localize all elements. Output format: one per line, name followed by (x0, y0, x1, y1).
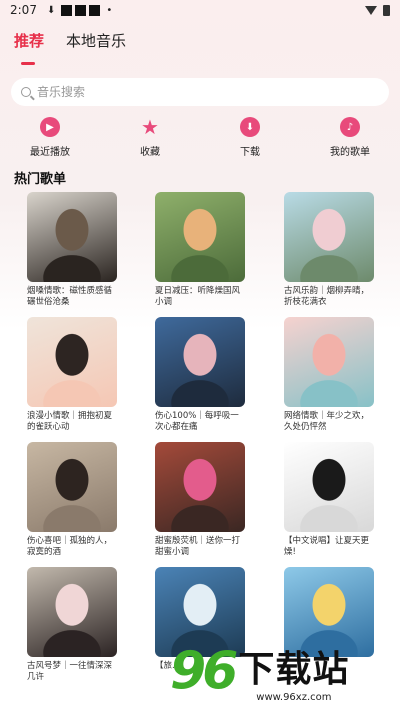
quick-label: 下载 (240, 147, 260, 158)
playlist-title: 伤心喜吧｜孤独的人，寂寞的酒 (27, 536, 113, 557)
search-input[interactable] (37, 85, 337, 99)
playlist-cover (155, 192, 245, 282)
playlist-title: 【中文说唱】让夏天更燥! (284, 536, 370, 557)
watermark-url: www.96xz.com (256, 691, 332, 703)
star-icon: ★ (141, 115, 159, 139)
playlist-card[interactable]: 【中文说唱】让夏天更燥! (284, 442, 374, 558)
tab-local-music[interactable]: 本地音乐 (66, 30, 126, 65)
notification-icon (61, 4, 73, 16)
notification-icon (75, 4, 87, 16)
playlist-card[interactable]: 古风号梦｜一往情深深几许 (27, 567, 117, 683)
playlist-cover (27, 192, 117, 282)
playlist-card[interactable]: 伤心100%｜每呼吸一次心都在痛 (155, 317, 245, 433)
playlist-card[interactable]: 甜蜜殷荧机｜送你一打甜蜜小调 (155, 442, 245, 558)
my-playlists-button[interactable]: ♪ 我的歌单 (300, 117, 400, 158)
tab-recommend[interactable]: 推荐 (14, 30, 44, 65)
watermark-number: 96 (170, 641, 238, 701)
notification-icon (89, 4, 101, 16)
playlist-title: 夏日减压：听降燥国风小调 (155, 286, 241, 307)
playlist-cover (27, 317, 117, 407)
status-bar: 2:07 ⬇ • (0, 0, 400, 20)
play-circle-icon: ▶ (40, 117, 60, 137)
wifi-icon (365, 5, 377, 15)
quick-label: 收藏 (140, 147, 160, 158)
playlist-card[interactable]: 古风乐韵｜烟柳弄晴，折枝花满衣 (284, 192, 374, 308)
playlist-cover (284, 317, 374, 407)
watermark-brand: 下载站 (238, 648, 350, 690)
playlist-title: 古风乐韵｜烟柳弄晴，折枝花满衣 (284, 286, 370, 307)
download-notification-icon: ⬇ (46, 4, 56, 16)
playlist-title: 网络情歌｜年少之欢，久处仍怦然 (284, 411, 370, 432)
playlist-card[interactable]: 烟嗓情歌：磁性质感循碾世俗沧桑 (27, 192, 117, 308)
search-bar[interactable] (11, 78, 389, 106)
playlist-cover (27, 442, 117, 532)
battery-icon (383, 4, 390, 16)
top-tabs: 推荐 本地音乐 (14, 30, 126, 65)
quick-label: 最近播放 (30, 147, 70, 158)
playlist-title: 古风号梦｜一往情深深几许 (27, 661, 113, 682)
playlist-card[interactable]: 伤心喜吧｜孤独的人，寂寞的酒 (27, 442, 117, 558)
download-icon: ⬇ (240, 117, 260, 137)
playlist-title: 甜蜜殷荧机｜送你一打甜蜜小调 (155, 536, 241, 557)
playlist-cover (284, 192, 374, 282)
playlist-card[interactable]: 网络情歌｜年少之欢，久处仍怦然 (284, 317, 374, 433)
status-time: 2:07 (10, 3, 37, 17)
playlist-card[interactable]: 浪漫小情歌｜拥抱初夏的雀跃心动 (27, 317, 117, 433)
download-button[interactable]: ⬇ 下载 (200, 117, 300, 158)
quick-actions: ▶ 最近播放 ★ 收藏 ⬇ 下载 ♪ 我的歌单 (0, 115, 400, 158)
playlist-cover (155, 317, 245, 407)
favorites-button[interactable]: ★ 收藏 (100, 115, 200, 158)
more-notifications-icon: • (106, 4, 113, 16)
playlist-cover (27, 567, 117, 657)
watermark: 96 下载站 www.96xz.com (170, 630, 400, 712)
recent-play-button[interactable]: ▶ 最近播放 (0, 117, 100, 158)
playlist-title: 伤心100%｜每呼吸一次心都在痛 (155, 411, 239, 432)
playlist-cover (284, 442, 374, 532)
music-note-icon: ♪ (340, 117, 360, 137)
section-title: 热门歌单 (14, 172, 67, 187)
playlist-title: 烟嗓情歌：磁性质感循碾世俗沧桑 (27, 286, 113, 307)
playlist-card[interactable]: 夏日减压：听降燥国风小调 (155, 192, 245, 308)
search-icon (21, 87, 31, 97)
quick-label: 我的歌单 (330, 147, 370, 158)
playlist-cover (155, 442, 245, 532)
playlist-title: 浪漫小情歌｜拥抱初夏的雀跃心动 (27, 411, 113, 432)
